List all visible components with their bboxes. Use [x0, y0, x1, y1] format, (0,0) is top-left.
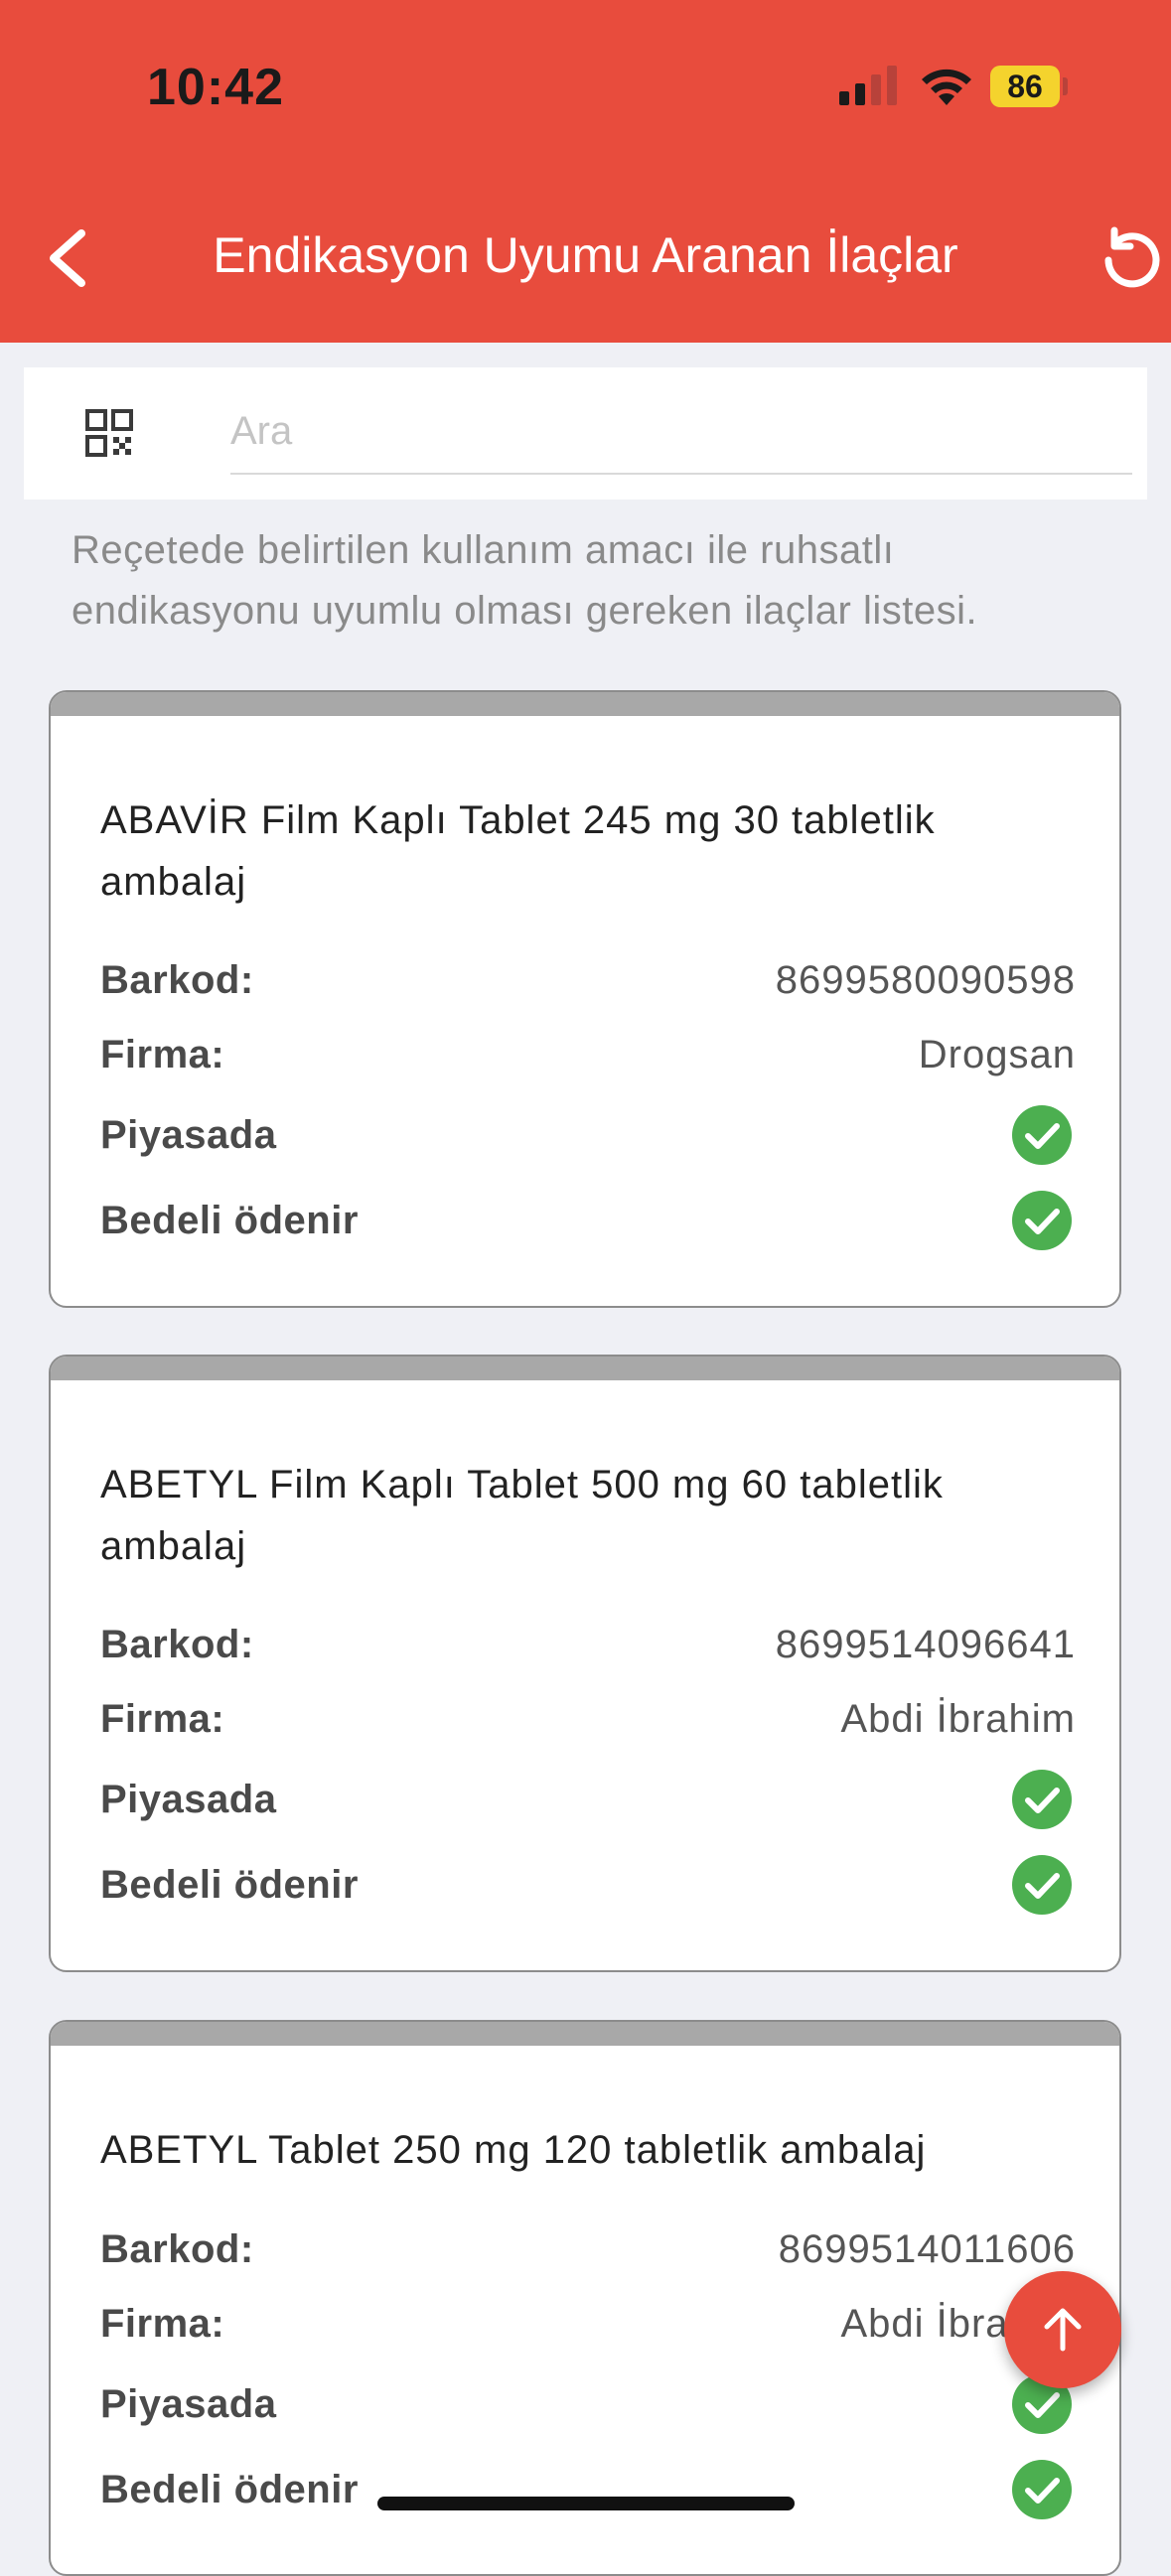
list-description: Reçetede belirtilen kullanım amacı ile r…: [72, 528, 978, 633]
barcode-value: 8699514096641: [775, 1623, 1076, 1666]
reimbursed-row: Bedeli ödenir: [100, 1855, 1076, 1923]
check-circle-icon: [1012, 1105, 1072, 1165]
on-market-label: Piyasada: [100, 2382, 277, 2426]
company-value: Drogsan: [918, 1033, 1076, 1076]
card-top-bar: [51, 1357, 1119, 1380]
company-value: Abdi İbrahim: [840, 1697, 1076, 1741]
battery-tip: [1063, 77, 1068, 95]
on-market-label: Piyasada: [100, 1778, 277, 1821]
drug-name: ABETYL Film Kaplı Tablet 500 mg 60 table…: [100, 1463, 944, 1568]
barcode-value: 8699514011606: [778, 2227, 1076, 2271]
refresh-icon[interactable]: [1100, 226, 1164, 290]
barcode-row: Barkod: 8699580090598: [100, 958, 1076, 1018]
home-indicator[interactable]: [377, 2497, 795, 2510]
reimbursed-row: Bedeli ödenir: [100, 1191, 1076, 1258]
cellular-signal-icon: [839, 66, 897, 105]
arrow-up-icon: [1044, 2308, 1082, 2352]
on-market-row: Piyasada: [100, 1105, 1076, 1173]
drug-card[interactable]: ABETYL Tablet 250 mg 120 tabletlik ambal…: [49, 2020, 1121, 2576]
on-market-row: Piyasada: [100, 1770, 1076, 1837]
reimbursed-label: Bedeli ödenir: [100, 1199, 359, 1242]
drug-name: ABAVİR Film Kaplı Tablet 245 mg 30 table…: [100, 798, 936, 904]
company-row: Firma: Abdi İbrahim: [100, 2302, 1076, 2361]
barcode-label: Barkod:: [100, 2227, 254, 2271]
scroll-to-top-button[interactable]: [1004, 2271, 1121, 2388]
drug-card[interactable]: ABAVİR Film Kaplı Tablet 245 mg 30 table…: [49, 690, 1121, 1308]
check-circle-icon: [1012, 1770, 1072, 1829]
company-row: Firma: Abdi İbrahim: [100, 1697, 1076, 1757]
drug-card[interactable]: ABETYL Film Kaplı Tablet 500 mg 60 table…: [49, 1355, 1121, 1972]
search-bar: [24, 367, 1147, 500]
search-input[interactable]: [230, 389, 1132, 475]
company-label: Firma:: [100, 1033, 225, 1076]
company-label: Firma:: [100, 1697, 225, 1741]
status-time: 10:42: [147, 59, 284, 116]
card-top-bar: [51, 2022, 1119, 2046]
barcode-row: Barkod: 8699514096641: [100, 1623, 1076, 1682]
barcode-row: Barkod: 8699514011606: [100, 2227, 1076, 2287]
on-market-label: Piyasada: [100, 1113, 277, 1157]
check-circle-icon: [1012, 2460, 1072, 2519]
drug-name: ABETYL Tablet 250 mg 120 tabletlik ambal…: [100, 2128, 927, 2172]
reimbursed-label: Bedeli ödenir: [100, 2468, 359, 2511]
barcode-label: Barkod:: [100, 1623, 254, 1666]
battery-indicator: 86: [990, 66, 1060, 107]
wifi-icon: [922, 69, 971, 105]
barcode-label: Barkod:: [100, 958, 254, 1002]
company-label: Firma:: [100, 2302, 225, 2346]
company-row: Firma: Drogsan: [100, 1033, 1076, 1092]
app-header: 10:42 86 Endikasyon Uyumu Aranan İlaçlar: [0, 0, 1171, 343]
reimbursed-label: Bedeli ödenir: [100, 1863, 359, 1907]
check-circle-icon: [1012, 1855, 1072, 1915]
check-circle-icon: [1012, 1191, 1072, 1250]
card-top-bar: [51, 692, 1119, 716]
on-market-row: Piyasada: [100, 2374, 1076, 2442]
qr-code-icon[interactable]: [85, 409, 133, 457]
barcode-value: 8699580090598: [775, 958, 1076, 1002]
page-title: Endikasyon Uyumu Aranan İlaçlar: [213, 227, 958, 283]
